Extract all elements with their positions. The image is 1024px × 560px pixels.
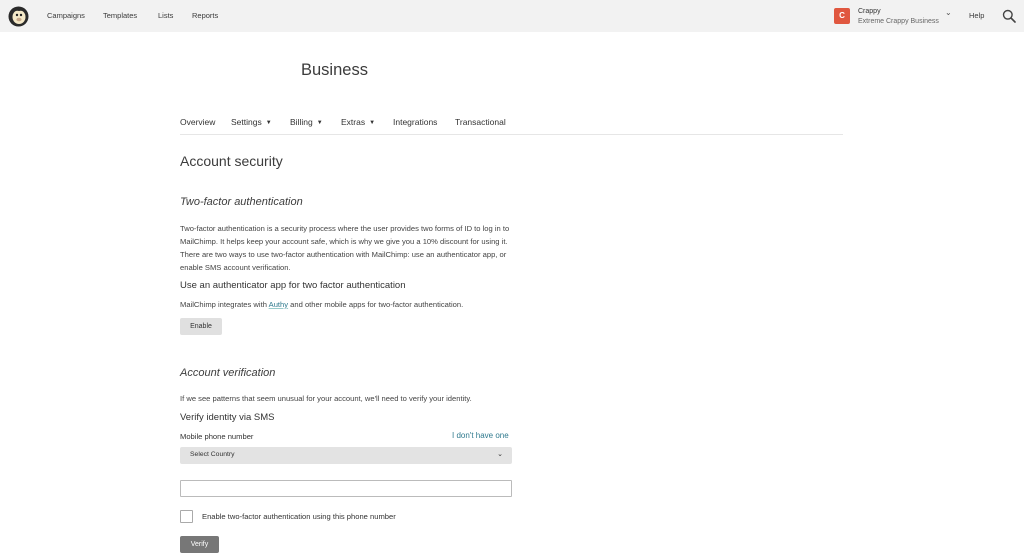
tab-overview[interactable]: Overview bbox=[180, 117, 215, 127]
account-avatar[interactable]: C bbox=[834, 8, 850, 24]
description-text: MailChimp integrates with bbox=[180, 300, 269, 309]
tab-label: Billing bbox=[290, 117, 313, 127]
no-phone-link[interactable]: I don't have one bbox=[452, 431, 509, 440]
tab-extras[interactable]: Extras ▼ bbox=[341, 117, 375, 127]
account-chevron-down-icon[interactable]: ⌄ bbox=[945, 8, 952, 17]
enable-button[interactable]: Enable bbox=[180, 318, 222, 335]
tab-label: Settings bbox=[231, 117, 262, 127]
mobile-phone-label: Mobile phone number bbox=[180, 432, 254, 441]
account-business-name[interactable]: Extreme Crappy Business bbox=[858, 18, 939, 25]
two-factor-heading: Two-factor authentication bbox=[180, 196, 303, 208]
chevron-down-icon: ▼ bbox=[369, 120, 376, 126]
tab-integrations[interactable]: Integrations bbox=[393, 117, 437, 127]
nav-campaigns[interactable]: Campaigns bbox=[47, 11, 85, 20]
chevron-down-icon: ▼ bbox=[265, 120, 272, 126]
nav-lists[interactable]: Lists bbox=[158, 11, 173, 20]
enable-two-factor-checkbox[interactable] bbox=[180, 510, 193, 523]
nav-reports[interactable]: Reports bbox=[192, 11, 218, 20]
tabs-divider bbox=[180, 134, 843, 135]
tab-label: Extras bbox=[341, 117, 366, 127]
account-verification-heading: Account verification bbox=[180, 367, 276, 379]
enable-two-factor-checkbox-label[interactable]: Enable two-factor authentication using t… bbox=[202, 512, 396, 521]
tab-label: Overview bbox=[180, 117, 216, 127]
nav-templates[interactable]: Templates bbox=[103, 11, 137, 20]
page-title: Business bbox=[301, 61, 368, 79]
mailchimp-logo-icon[interactable] bbox=[8, 6, 29, 27]
account-name[interactable]: Crappy bbox=[858, 8, 881, 15]
nav-help[interactable]: Help bbox=[969, 11, 984, 20]
tab-transactional[interactable]: Transactional bbox=[455, 117, 506, 127]
authy-link[interactable]: Authy bbox=[269, 300, 288, 309]
description-text: and other mobile apps for two-factor aut… bbox=[288, 300, 464, 309]
two-factor-description: Two-factor authentication is a security … bbox=[180, 224, 510, 272]
tab-label: Transactional bbox=[455, 117, 506, 127]
country-select-value: Select Country bbox=[190, 451, 235, 458]
tab-label: Integrations bbox=[393, 117, 438, 127]
chevron-down-icon: ⌄ bbox=[497, 451, 503, 458]
verify-button[interactable]: Verify bbox=[180, 536, 219, 553]
chevron-down-icon: ▼ bbox=[316, 120, 323, 126]
account-security-heading: Account security bbox=[180, 153, 283, 169]
authenticator-app-description: MailChimp integrates with Authy and othe… bbox=[180, 300, 463, 309]
tab-settings[interactable]: Settings ▼ bbox=[231, 117, 272, 127]
phone-number-input[interactable] bbox=[180, 480, 512, 497]
country-select[interactable]: Select Country ⌄ bbox=[180, 447, 512, 464]
top-nav-bar: Campaigns Templates Lists Reports C Crap… bbox=[0, 0, 1024, 32]
verify-sms-heading: Verify identity via SMS bbox=[180, 412, 275, 423]
search-icon[interactable] bbox=[1002, 9, 1016, 23]
tab-billing[interactable]: Billing ▼ bbox=[290, 117, 323, 127]
authenticator-app-heading: Use an authenticator app for two factor … bbox=[180, 280, 406, 291]
account-verification-description: If we see patterns that seem unusual for… bbox=[180, 394, 472, 403]
